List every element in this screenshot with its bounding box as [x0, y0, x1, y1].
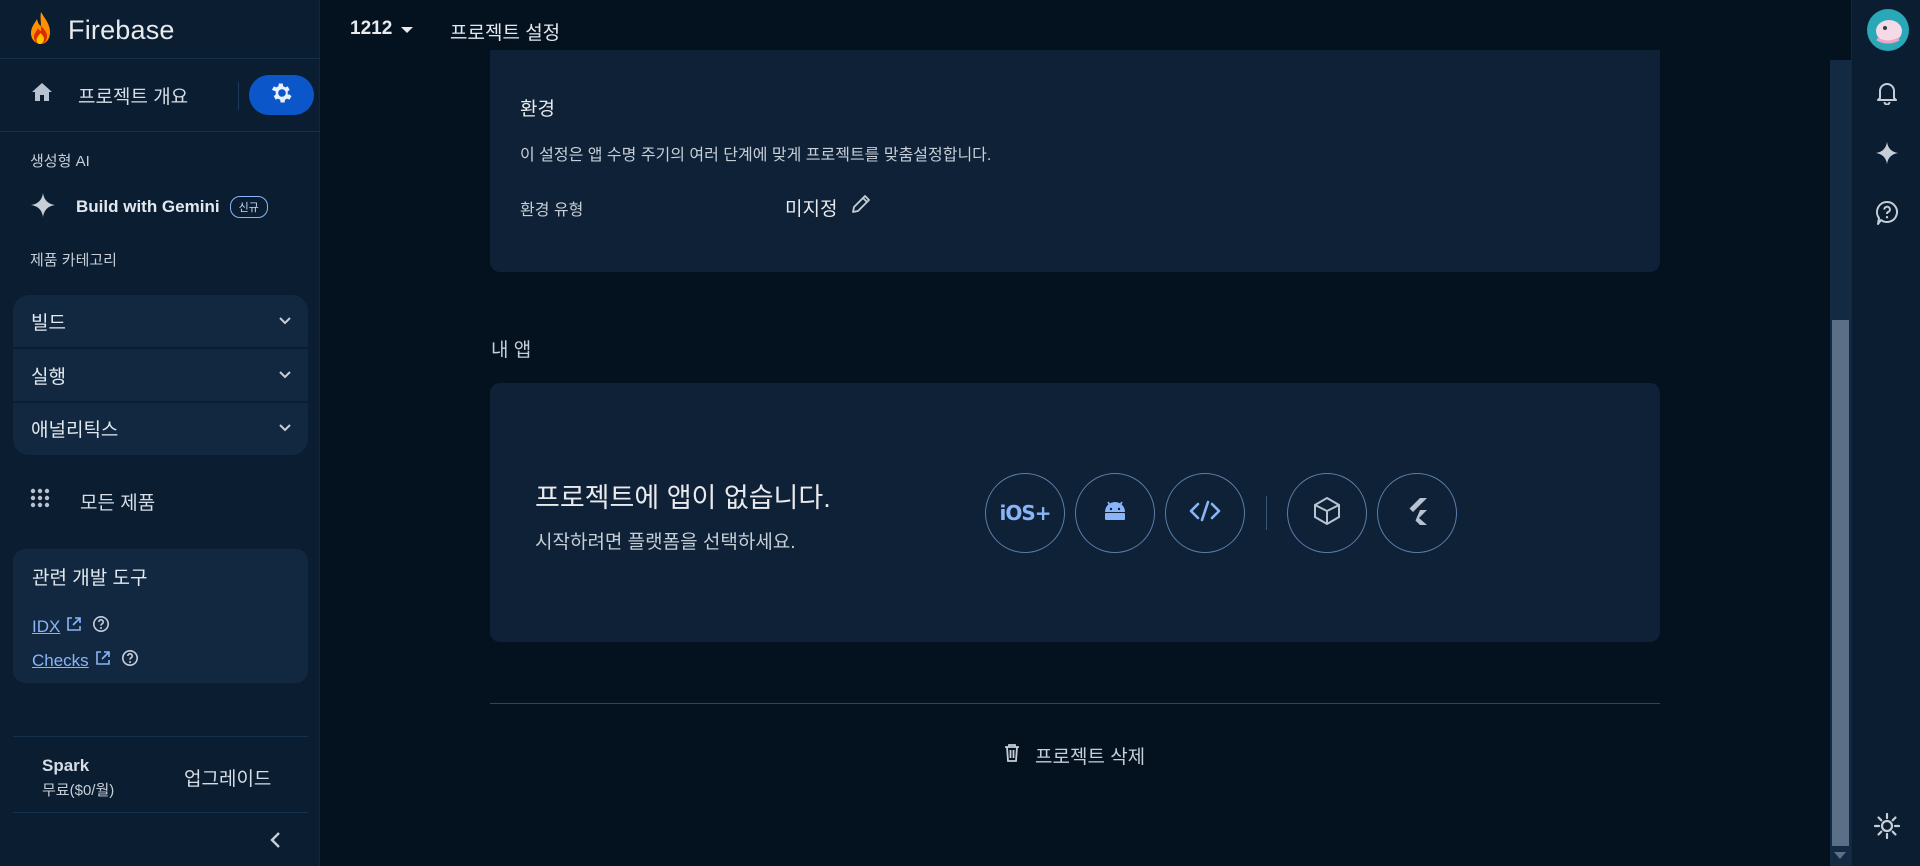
firebase-flame-icon — [28, 11, 54, 50]
collapse-sidebar-button[interactable] — [268, 830, 282, 855]
help-icon[interactable] — [121, 649, 139, 672]
bell-icon — [1876, 81, 1898, 110]
scrollbar-thumb[interactable] — [1832, 320, 1849, 846]
category-build[interactable]: 빌드 — [13, 295, 308, 347]
product-categories: 빌드 실행 애널리틱스 — [13, 295, 308, 455]
tool-idx: IDX — [32, 615, 110, 638]
external-link-icon — [66, 616, 82, 637]
add-android-app-button[interactable] — [1075, 473, 1155, 553]
add-ios-app-button[interactable]: iOS+ — [985, 473, 1065, 553]
sidebar-divider — [13, 736, 308, 737]
billing-plan: Spark 무료($0/월) — [42, 756, 114, 800]
overview-separator — [238, 82, 239, 110]
environment-description: 이 설정은 앱 수명 주기의 여러 단계에 맞게 프로젝트를 맞춤설정합니다. — [520, 147, 992, 164]
new-badge: 신규 — [229, 196, 268, 218]
build-with-gemini-link[interactable]: Build with Gemini 신규 — [30, 192, 268, 223]
right-rail — [1851, 0, 1920, 866]
gemini-assist-button[interactable] — [1872, 140, 1902, 170]
build-with-gemini-label: Build with Gemini — [76, 197, 220, 216]
external-link-icon — [95, 650, 111, 671]
help-icon[interactable] — [92, 615, 110, 638]
checks-link[interactable]: Checks — [32, 651, 89, 671]
my-apps-card: 프로젝트에 앱이 없습니다. 시작하려면 플랫폼을 선택하세요. iOS+ — [490, 383, 1660, 642]
chevron-down-icon — [278, 310, 292, 332]
add-flutter-app-button[interactable] — [1377, 473, 1457, 553]
chevron-left-icon — [268, 832, 282, 854]
related-dev-tools: 관련 개발 도구 IDX Checks — [13, 549, 308, 683]
sidebar-divider — [0, 131, 320, 132]
sparkle-icon — [1875, 141, 1899, 170]
environment-type-value: 미지정 — [785, 192, 873, 222]
add-web-app-button[interactable] — [1165, 473, 1245, 553]
scroll-down-arrow[interactable] — [1834, 852, 1846, 859]
add-unity-app-button[interactable] — [1287, 473, 1367, 553]
dev-tools-title: 관련 개발 도구 — [32, 568, 148, 589]
upgrade-button[interactable]: 업그레이드 — [184, 764, 271, 791]
all-products-link[interactable]: 모든 제품 — [30, 486, 155, 516]
theme-toggle-button[interactable] — [1872, 812, 1902, 845]
project-overview-label: 프로젝트 개요 — [78, 86, 189, 108]
category-label: 빌드 — [31, 312, 66, 334]
project-settings-button[interactable] — [249, 75, 314, 115]
sparkle-icon — [30, 192, 56, 223]
category-run[interactable]: 실행 — [13, 349, 308, 401]
sun-icon — [1873, 812, 1901, 845]
category-label: 애널리틱스 — [31, 419, 119, 441]
project-name: 1212 — [350, 18, 393, 39]
all-products-label: 모든 제품 — [80, 492, 156, 514]
section-divider — [490, 703, 1660, 704]
edit-pencil-icon[interactable] — [849, 192, 873, 222]
sidebar-divider — [13, 812, 308, 813]
delete-project-label: 프로젝트 삭제 — [1035, 747, 1146, 768]
help-bubble-icon — [1875, 200, 1899, 231]
idx-link[interactable]: IDX — [32, 617, 60, 637]
trash-icon — [1003, 743, 1021, 769]
no-apps-subtitle: 시작하려면 플랫폼을 선택하세요. — [535, 532, 796, 553]
home-icon — [30, 81, 54, 109]
project-overview-link[interactable]: 프로젝트 개요 — [30, 78, 188, 112]
category-label: 실행 — [31, 366, 66, 388]
sidebar: Firebase 프로젝트 개요 생성형 AI Build with Gemin… — [0, 0, 320, 866]
no-apps-title: 프로젝트에 앱이 없습니다. — [535, 483, 831, 513]
notifications-button[interactable] — [1872, 80, 1902, 110]
help-button[interactable] — [1872, 200, 1902, 230]
user-avatar[interactable] — [1867, 9, 1909, 51]
firebase-logo[interactable]: Firebase — [28, 10, 175, 50]
category-analytics[interactable]: 애널리틱스 — [13, 402, 308, 454]
page-title: 프로젝트 설정 — [450, 23, 561, 44]
web-code-icon — [1188, 499, 1222, 528]
tool-checks: Checks — [32, 649, 139, 672]
my-apps-label: 내 앱 — [491, 340, 532, 361]
chevron-down-icon — [278, 417, 292, 439]
plan-name: Spark — [42, 756, 90, 775]
environment-card: 환경 이 설정은 앱 수명 주기의 여러 단계에 맞게 프로젝트를 맞춤설정합니… — [490, 50, 1660, 272]
environment-type-label: 환경 유형 — [520, 202, 584, 219]
delete-project-button[interactable]: 프로젝트 삭제 — [1003, 742, 1145, 769]
genai-section-label: 생성형 AI — [30, 153, 90, 170]
brand-name: Firebase — [68, 14, 175, 45]
ios-icon: iOS+ — [999, 501, 1051, 525]
android-icon — [1102, 500, 1128, 527]
environment-title: 환경 — [520, 99, 555, 120]
sidebar-divider — [0, 58, 320, 59]
project-selector[interactable]: 1212 — [350, 18, 414, 40]
gear-icon — [270, 81, 294, 110]
chevron-down-icon — [278, 364, 292, 386]
unity-icon — [1311, 495, 1343, 532]
caret-down-icon — [400, 18, 414, 40]
environment-type-text: 미지정 — [785, 198, 838, 220]
flutter-icon — [1404, 496, 1430, 531]
category-section-label: 제품 카테고리 — [30, 252, 117, 269]
plan-price: 무료($0/월) — [42, 782, 115, 799]
apps-grid-icon — [30, 488, 50, 514]
platform-separator — [1266, 496, 1267, 530]
